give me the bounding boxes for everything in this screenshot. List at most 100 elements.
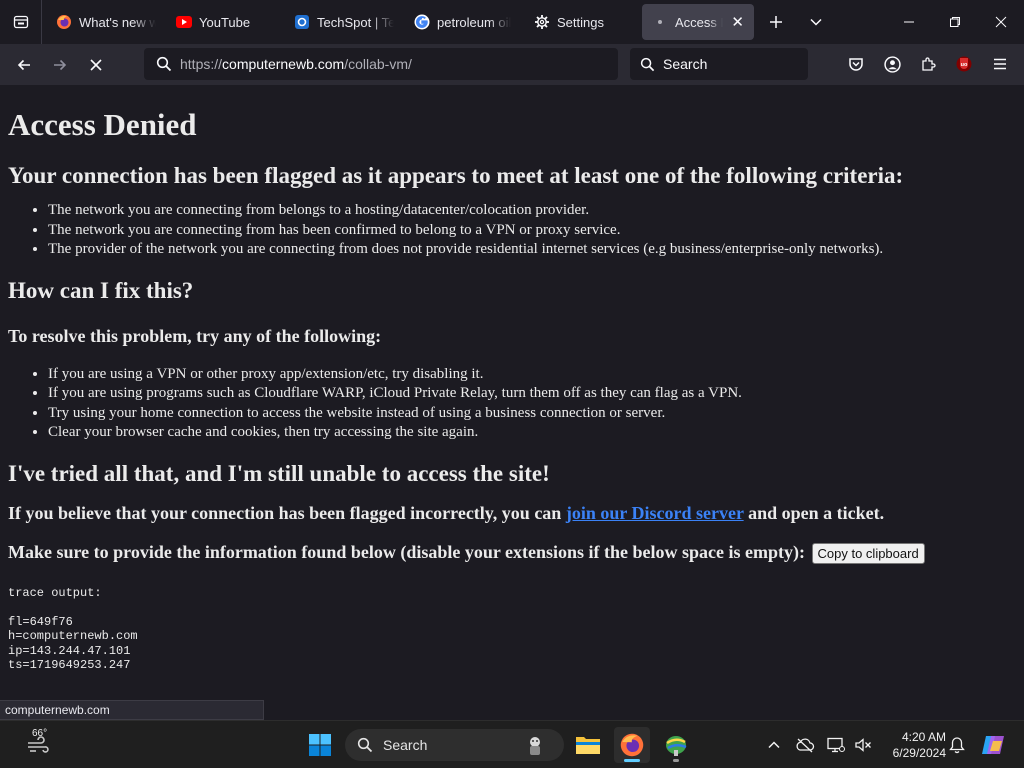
- page-title: Access Denied: [8, 107, 197, 142]
- extensions-button[interactable]: [912, 48, 944, 80]
- discord-link[interactable]: join our Discord server: [566, 503, 744, 523]
- taskbar-firefox[interactable]: [614, 727, 650, 763]
- copilot-icon: [982, 736, 1004, 754]
- weather-temperature: 66°: [32, 728, 48, 739]
- loading-dot-icon: [652, 14, 668, 30]
- fixes-list: If you are using a VPN or other proxy ap…: [48, 365, 1016, 443]
- search-icon: [156, 56, 172, 72]
- firefox-view-button[interactable]: [0, 0, 42, 44]
- weather-widget[interactable]: 66°: [16, 727, 60, 763]
- notifications-button[interactable]: [945, 733, 969, 757]
- stop-icon: [90, 58, 102, 71]
- taskbar-search-box[interactable]: Search: [345, 729, 564, 761]
- trace-line: ip=143.244.47.101: [8, 643, 131, 658]
- resolve-heading: To resolve this problem, try any of the …: [8, 325, 382, 346]
- plus-icon: [770, 16, 782, 28]
- list-item: The network you are connecting from belo…: [48, 201, 1016, 221]
- tab-access-denied[interactable]: Access Deni ✕: [642, 4, 754, 40]
- url-bar[interactable]: https://computernewb.com/collab-vm/: [144, 48, 618, 80]
- link-status-panel: computernewb.com: [0, 700, 264, 720]
- trace-output: trace output: fl=649f76 h=computernewb.com…: [8, 586, 1016, 673]
- taskbar-clock[interactable]: 4:20 AM 6/29/2024: [880, 729, 946, 761]
- hamburger-menu-icon: [994, 58, 1006, 70]
- tab-label: Access Deni: [675, 14, 723, 30]
- gear-icon: [534, 14, 550, 30]
- clock-date: 6/29/2024: [892, 746, 946, 760]
- url-path: /collab-vm/: [344, 56, 412, 72]
- tab-label: YouTube: [199, 14, 251, 30]
- folder-icon: [576, 737, 600, 754]
- tab-techspot[interactable]: TechSpot | Tec: [284, 4, 404, 40]
- trace-line: fl=649f76: [8, 614, 73, 629]
- restore-icon: [950, 17, 960, 27]
- google-icon: [414, 14, 430, 30]
- cloud-offline-icon: [796, 738, 815, 753]
- back-button[interactable]: [6, 49, 42, 81]
- tab-label: petroleum oil: [437, 14, 512, 30]
- monitor-icon: [827, 737, 845, 753]
- taskbar-network-app[interactable]: [658, 727, 694, 763]
- clock-time: 4:20 AM: [901, 730, 946, 744]
- copilot-button[interactable]: [978, 733, 1008, 757]
- forward-button[interactable]: [42, 49, 78, 81]
- ublock-origin-icon: uo: [956, 56, 972, 72]
- provide-info-text: Make sure to provide the information fou…: [8, 541, 810, 562]
- application-menu-button[interactable]: [984, 48, 1016, 80]
- url-text[interactable]: https://computernewb.com/collab-vm/: [180, 56, 412, 72]
- youtube-icon: [176, 14, 192, 30]
- minimize-icon: [904, 21, 914, 23]
- onedrive-tray-button[interactable]: [793, 733, 817, 757]
- copy-to-clipboard-button[interactable]: Copy to clipboard: [811, 542, 925, 564]
- svg-text:uo: uo: [961, 62, 968, 68]
- list-item: If you are using a VPN or other proxy ap…: [48, 365, 1016, 385]
- search-icon: [640, 57, 655, 71]
- flagged-heading: Your connection has been flagged as it a…: [8, 163, 904, 188]
- start-button[interactable]: [302, 727, 338, 763]
- firefox-view-icon: [13, 15, 28, 29]
- search-highlight-icon: [530, 737, 540, 755]
- arrow-right-icon: [54, 59, 67, 70]
- search-bar-placeholder: Search: [663, 56, 708, 72]
- still-unable-heading: I've tried all that, and I'm still unabl…: [8, 460, 550, 486]
- close-tab-icon[interactable]: ✕: [731, 13, 744, 31]
- navigation-toolbar: https://computernewb.com/collab-vm/ Sear…: [0, 44, 1024, 85]
- ublock-origin-button[interactable]: uo: [948, 48, 980, 80]
- list-item: Clear your browser cache and cookies, th…: [48, 423, 1016, 443]
- new-tab-button[interactable]: [756, 4, 796, 40]
- tab-whats-new[interactable]: What's new wi: [46, 4, 166, 40]
- close-window-button[interactable]: [978, 0, 1024, 44]
- tab-youtube[interactable]: YouTube: [166, 4, 284, 40]
- url-host: computernewb.com: [222, 56, 345, 72]
- show-hidden-icons-button[interactable]: [762, 733, 786, 757]
- trace-line: ts=1719649253.247: [8, 658, 131, 673]
- techspot-icon: [294, 14, 310, 30]
- firefox-icon: [56, 14, 72, 30]
- list-all-tabs-button[interactable]: [796, 4, 836, 40]
- list-item: If you are using programs such as Cloudf…: [48, 384, 1016, 404]
- search-bar[interactable]: Search: [630, 48, 808, 80]
- account-icon: [883, 55, 901, 73]
- search-icon: [357, 737, 373, 753]
- tab-strip: What's new wi YouTube TechSpot | Tec pet…: [0, 0, 1024, 44]
- tab-label: What's new wi: [79, 14, 156, 30]
- firefox-icon: [620, 733, 644, 757]
- display-tray-button[interactable]: [824, 733, 848, 757]
- restore-button[interactable]: [932, 0, 978, 44]
- account-button[interactable]: [876, 48, 908, 80]
- discord-text-suffix: and open a ticket.: [743, 502, 885, 523]
- tab-settings[interactable]: Settings: [524, 4, 638, 40]
- volume-tray-button[interactable]: [851, 733, 875, 757]
- tab-label: Settings: [557, 14, 604, 30]
- chevron-up-icon: [768, 741, 780, 749]
- trace-line: h=computernewb.com: [8, 629, 138, 644]
- tab-google-search[interactable]: petroleum oil: [404, 4, 524, 40]
- list-item: The network you are connecting from has …: [48, 221, 1016, 241]
- minimize-button[interactable]: [886, 0, 932, 44]
- page-content: Access Denied Your connection has been f…: [0, 85, 1024, 720]
- criteria-list: The network you are connecting from belo…: [48, 201, 1016, 260]
- stop-loading-button[interactable]: [78, 49, 114, 81]
- pocket-button[interactable]: [840, 48, 872, 80]
- list-item: The provider of the network you are conn…: [48, 240, 1016, 260]
- windows-taskbar: 66° Search 4:20 AM 6/29/2024: [0, 720, 1024, 768]
- taskbar-file-explorer[interactable]: [570, 727, 606, 763]
